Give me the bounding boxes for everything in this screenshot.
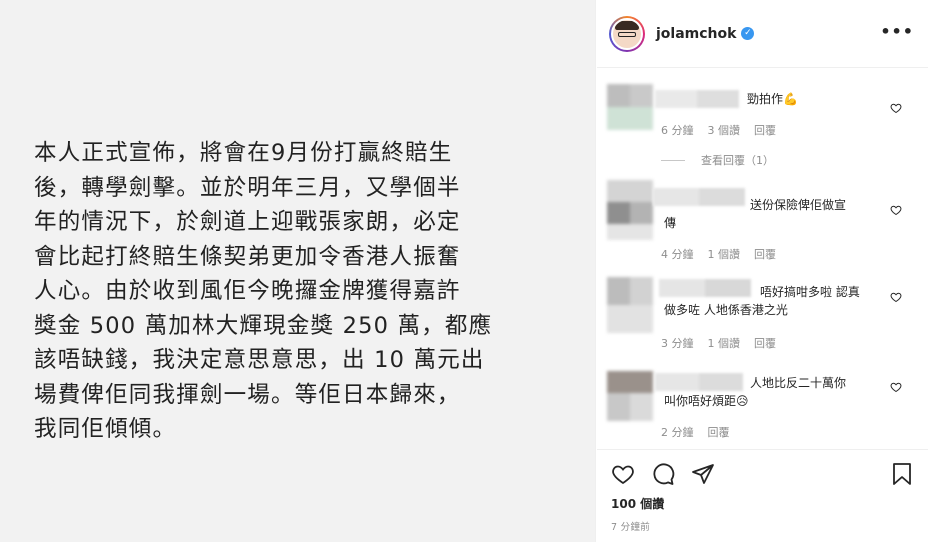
share-icon[interactable] — [691, 462, 715, 486]
comments-list: 勁拍作💪 6 分鐘 3 個讚 回覆 查看回覆（1） 送份保險俾佢做宣 傳 4 分… — [597, 69, 928, 449]
username-link[interactable]: jolamchok — [656, 26, 736, 42]
verified-badge-icon: ✓ — [741, 27, 755, 40]
like-comment-icon[interactable] — [890, 381, 902, 393]
comment-meta: 3 分鐘 1 個讚 回覆 — [661, 335, 776, 351]
commenter-avatar[interactable] — [607, 84, 653, 130]
divider — [661, 159, 685, 161]
comment-time: 6 分鐘 — [661, 124, 694, 137]
post-text: 本人正式宣佈，將會在9月份打贏終賠生 後，轉學劍擊。並於明年三月，又學個半 年的… — [34, 140, 493, 442]
comment-text: 送份保險俾佢做宣 傳 — [664, 198, 847, 230]
comment-text: 唔好搞咁多啦 認真 做多咗 人地係香港之光 — [664, 285, 860, 317]
commenter-avatar[interactable] — [607, 371, 653, 421]
comment-text: 人地比反二十萬你 叫你唔好煩距😥 — [664, 376, 847, 408]
comment-likes[interactable]: 3 個讚 — [708, 122, 741, 138]
like-comment-icon[interactable] — [890, 102, 902, 114]
comment-meta: 2 分鐘 回覆 — [661, 424, 730, 440]
comment-meta: 4 分鐘 1 個讚 回覆 — [661, 246, 776, 262]
comment-time: 3 分鐘 — [661, 337, 694, 350]
avatar — [611, 17, 643, 50]
comment-meta: 6 分鐘 3 個讚 回覆 — [661, 122, 776, 138]
reply-button[interactable]: 回覆 — [754, 122, 776, 138]
comment-likes[interactable]: 1 個讚 — [708, 246, 741, 262]
post-header: jolamchok ✓ ••• — [597, 0, 928, 68]
heart-icon[interactable] — [611, 462, 635, 486]
comment-time: 4 分鐘 — [661, 248, 694, 261]
like-comment-icon[interactable] — [890, 204, 902, 216]
reply-button[interactable]: 回覆 — [754, 335, 776, 351]
bookmark-icon[interactable] — [890, 462, 914, 486]
reply-button[interactable]: 回覆 — [754, 246, 776, 262]
reply-button[interactable]: 回覆 — [708, 424, 730, 440]
post-side-panel: jolamchok ✓ ••• 勁拍作💪 6 分鐘 3 個讚 回覆 查看回覆（1… — [597, 0, 928, 542]
commenter-avatar[interactable] — [607, 277, 653, 333]
view-replies-button[interactable]: 查看回覆（1） — [661, 152, 774, 168]
post-image: 本人正式宣佈，將會在9月份打贏終賠生 後，轉學劍擊。並於明年三月，又學個半 年的… — [0, 0, 596, 542]
likes-count[interactable]: 100 個讚 — [611, 495, 664, 512]
comment-icon[interactable] — [651, 462, 675, 486]
post-actions: 100 個讚 7 分鐘前 — [597, 449, 928, 542]
comment-likes[interactable]: 1 個讚 — [708, 335, 741, 351]
commenter-avatar[interactable] — [607, 180, 653, 240]
like-comment-icon[interactable] — [890, 291, 902, 303]
profile-avatar[interactable] — [609, 15, 645, 52]
commenter-name-redacted[interactable] — [655, 90, 739, 108]
more-options-icon[interactable]: ••• — [880, 22, 914, 41]
post-timestamp[interactable]: 7 分鐘前 — [611, 519, 650, 533]
view-replies-label: 查看回覆（1） — [701, 154, 774, 167]
comment-time: 2 分鐘 — [661, 426, 694, 439]
comment-text: 勁拍作💪 — [747, 92, 798, 106]
